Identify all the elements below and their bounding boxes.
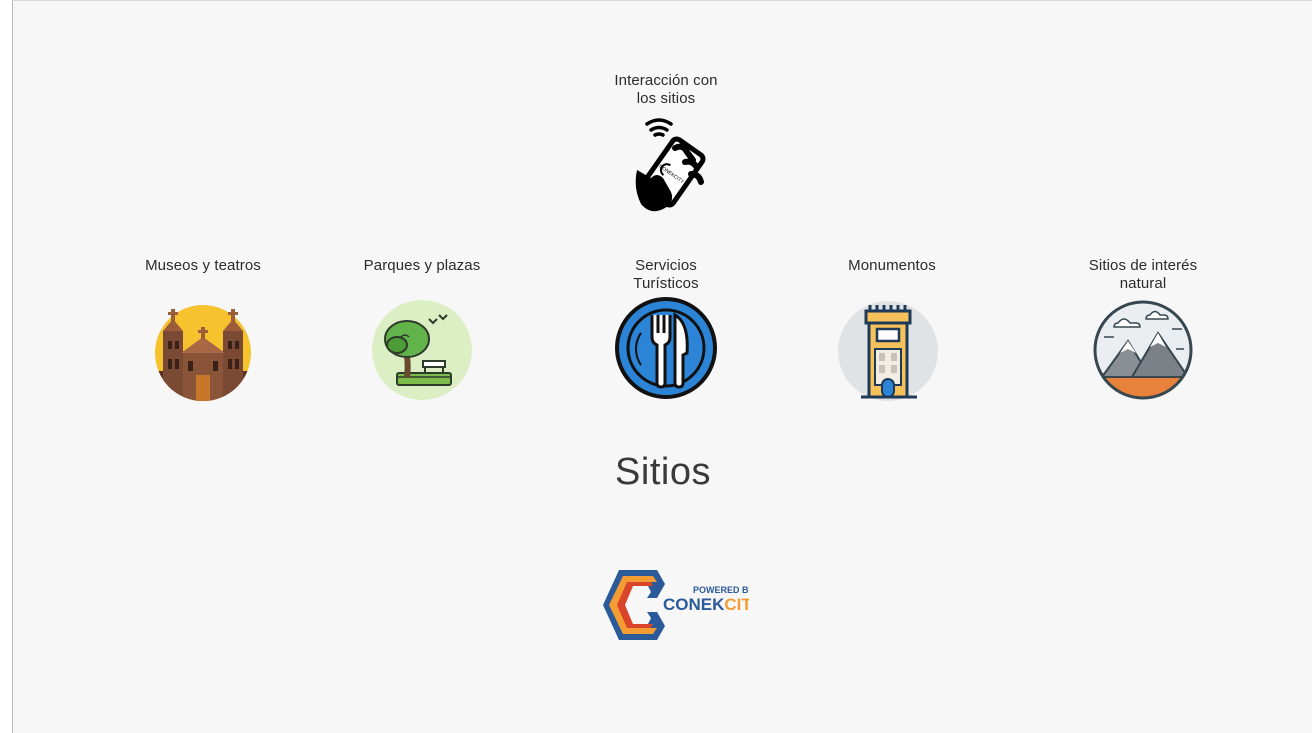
category-sitios-interes-natural[interactable]: Sitios de interés natural [1053, 257, 1233, 403]
category-museos-teatros[interactable]: Museos y teatros [113, 257, 293, 403]
category-monumentos[interactable]: Monumentos [802, 257, 982, 403]
brand-text: CONEKCITY [663, 595, 749, 614]
interaction-tile[interactable]: Interacción con los sitios CONEKCITY [576, 72, 756, 218]
brand-part-1: CONEK [663, 595, 725, 614]
page-title: Sitios [615, 451, 711, 493]
sitios-page: Interacción con los sitios CONEKCITY Mus… [12, 0, 1312, 733]
powered-by-text: POWERED BY [693, 585, 749, 595]
category-label: Servicios Turísticos [633, 257, 699, 292]
category-label: Sitios de interés natural [1088, 257, 1198, 292]
park-tree-icon [372, 300, 472, 400]
phone-tap-icon: CONEKCITY [635, 118, 706, 212]
category-label: Parques y plazas [363, 257, 481, 274]
category-parques-plazas[interactable]: Parques y plazas [332, 257, 512, 403]
brand-part-2: CITY [724, 595, 749, 614]
category-label: Museos y teatros [145, 257, 261, 274]
conekcity-logo: POWERED BY CONEKCITY [603, 570, 749, 640]
tower-icon [838, 301, 938, 401]
fork-knife-plate-icon [615, 297, 717, 399]
interaction-label: Interacción con los sitios [614, 72, 718, 107]
category-label: Monumentos [848, 257, 936, 274]
mountains-icon [1093, 300, 1193, 400]
category-servicios-turisticos[interactable]: Servicios Turísticos [576, 257, 756, 403]
cathedral-icon [155, 305, 251, 401]
